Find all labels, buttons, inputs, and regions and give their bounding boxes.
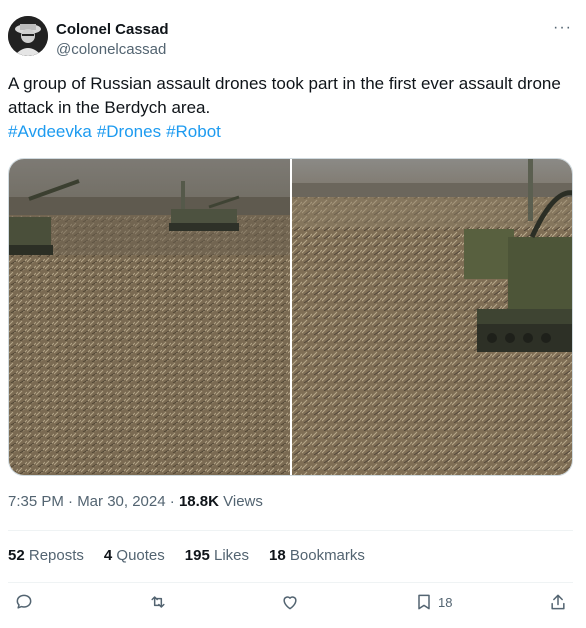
- bookmarks-stat[interactable]: 18 Bookmarks: [269, 546, 365, 566]
- post-text: A group of Russian assault drones took p…: [8, 74, 561, 117]
- hashtag-link[interactable]: #Robot: [166, 122, 221, 141]
- hashtag-link[interactable]: #Drones: [97, 122, 161, 141]
- bookmark-action[interactable]: 18: [414, 592, 452, 612]
- hashtag-link[interactable]: #Avdeevka: [8, 122, 92, 141]
- likes-stat[interactable]: 195 Likes: [185, 546, 249, 566]
- media-gallery: [8, 158, 573, 476]
- avatar[interactable]: [8, 16, 48, 56]
- reply-icon[interactable]: [14, 592, 34, 612]
- meta-separator: ·: [169, 493, 175, 510]
- hashtag-list: #Avdeevka #Drones #Robot: [8, 120, 226, 144]
- author-name[interactable]: Colonel Cassad: [56, 20, 169, 40]
- quotes-count: 4: [103, 547, 113, 564]
- engagement-stats: 52 Reposts 4 Quotes 195 Likes 18 Bookmar…: [8, 546, 365, 566]
- divider: [8, 582, 573, 583]
- like-icon[interactable]: [280, 592, 300, 612]
- reposts-label: Reposts: [28, 547, 84, 564]
- reposts-count: 52: [8, 547, 25, 564]
- quotes-stat[interactable]: 4 Quotes: [104, 546, 165, 566]
- reposts-stat[interactable]: 52 Reposts: [8, 546, 84, 566]
- bookmark-count: 18: [438, 594, 453, 610]
- share-icon[interactable]: [548, 592, 568, 612]
- repost-icon[interactable]: [148, 592, 168, 612]
- views-count: 18.8K: [178, 493, 219, 510]
- views-label: Views: [223, 493, 263, 510]
- likes-count: 195: [184, 547, 210, 564]
- photo-field-robots[interactable]: [9, 159, 290, 475]
- action-bar: 18: [8, 592, 573, 622]
- more-icon[interactable]: ···: [553, 18, 572, 38]
- author-handle[interactable]: @colonelcassad: [56, 40, 166, 60]
- likes-label: Likes: [213, 547, 250, 564]
- bookmark-icon: [418, 594, 430, 610]
- bookmarks-count: 18: [269, 547, 286, 564]
- quotes-label: Quotes: [116, 547, 165, 564]
- bookmarks-label: Bookmarks: [289, 547, 365, 564]
- post-meta: 7:35 PM · Mar 30, 2024 · 18.8K Views: [8, 492, 263, 512]
- divider: [8, 530, 573, 531]
- timestamp[interactable]: 7:35 PM · Mar 30, 2024: [8, 493, 166, 510]
- photo-robot-closeup[interactable]: [292, 159, 572, 475]
- post-header: Colonel Cassad @colonelcassad ···: [8, 16, 578, 62]
